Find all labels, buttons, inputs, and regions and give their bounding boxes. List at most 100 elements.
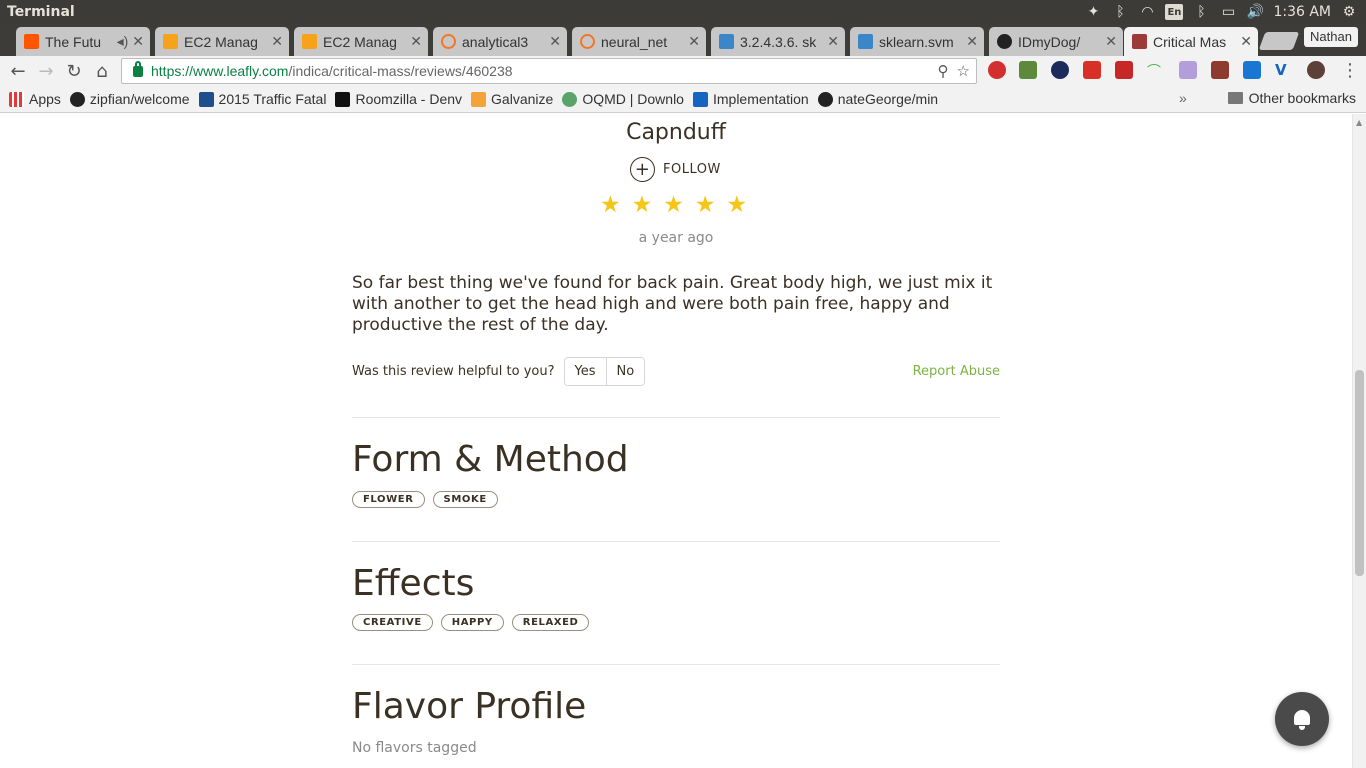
divider (352, 541, 1000, 542)
aws-icon (302, 34, 317, 49)
url-host: https://www.leafly.com (151, 63, 289, 79)
extension-icon[interactable] (1179, 61, 1197, 79)
dropbox-icon[interactable]: ✦ (1084, 4, 1102, 20)
tag-badge[interactable]: RELAXED (511, 614, 590, 631)
bluetooth-icon[interactable]: ᛒ (1111, 4, 1129, 20)
bookmark-item[interactable]: zipfian/welcome (69, 91, 190, 107)
no-flavors-text: No flavors tagged (352, 740, 477, 756)
extension-m-icon[interactable] (1243, 61, 1261, 79)
sklearn-icon (719, 34, 734, 49)
back-arrow-icon[interactable]: ← (4, 58, 32, 84)
notification-bell-button[interactable] (1275, 692, 1329, 746)
browser-tab[interactable]: IDmyDog/ ✕ (989, 27, 1123, 56)
close-tab-icon[interactable]: ✕ (966, 33, 978, 50)
bookmarks-overflow-icon[interactable]: » (1179, 90, 1187, 106)
browser-tab[interactable]: analytical3 ✕ (433, 27, 567, 56)
helpful-yes-button[interactable]: Yes (564, 357, 606, 385)
reload-icon[interactable]: ↻ (60, 58, 88, 84)
page-icon (692, 91, 708, 107)
star-icon: ★ (631, 192, 653, 218)
chrome-menu-icon[interactable]: ⋮ (1341, 60, 1359, 81)
extension-icon[interactable] (1211, 61, 1229, 79)
jupyter-icon (441, 34, 456, 49)
extension-v-icon[interactable]: V (1275, 61, 1293, 79)
speaker-icon[interactable]: ◂) (117, 33, 129, 50)
close-tab-icon[interactable]: ✕ (549, 33, 561, 50)
github-icon (817, 91, 833, 107)
review-time: a year ago (638, 230, 714, 246)
plus-icon: + (630, 157, 655, 182)
soundcloud-icon (24, 34, 39, 49)
clock[interactable]: 1:36 AM (1273, 4, 1331, 20)
gear-icon[interactable]: ⚙ (1340, 4, 1358, 20)
new-tab-button[interactable] (1258, 32, 1300, 50)
tag-badge[interactable]: CREATIVE (352, 614, 433, 631)
browser-tab[interactable]: EC2 Manag ✕ (155, 27, 289, 56)
home-icon[interactable]: ⌂ (88, 58, 116, 84)
extension-icon[interactable] (1019, 61, 1037, 79)
bookmark-item[interactable]: Apps (9, 91, 61, 107)
helpful-no-button[interactable]: No (605, 357, 645, 385)
page-icon (198, 91, 214, 107)
browser-tab[interactable]: EC2 Manag ✕ (294, 27, 428, 56)
other-bookmarks[interactable]: Other bookmarks (1227, 90, 1356, 106)
battery-icon[interactable]: ▭ (1219, 4, 1237, 20)
bookmark-item[interactable]: 2015 Traffic Fatal (198, 91, 326, 107)
extension-opera-icon[interactable] (988, 61, 1006, 79)
helpful-row: Was this review helpful to you? Yes No R… (352, 356, 1000, 386)
bookmark-item[interactable]: OQMD | Downlo (562, 91, 684, 107)
report-abuse-link[interactable]: Report Abuse (913, 364, 1000, 379)
bookmark-item[interactable]: Roomzilla - Denv (335, 91, 462, 107)
close-tab-icon[interactable]: ✕ (1240, 33, 1252, 50)
bluetooth-icon[interactable]: ᛒ (1192, 4, 1210, 20)
close-tab-icon[interactable]: ✕ (827, 33, 839, 50)
extension-cloud-icon[interactable] (1051, 61, 1069, 79)
leafly-icon (1132, 34, 1147, 49)
bookmark-item[interactable]: Implementation (692, 91, 809, 107)
search-icon[interactable]: ⚲ (938, 62, 949, 80)
wifi-icon[interactable]: ◠ (1138, 4, 1156, 20)
close-tab-icon[interactable]: ✕ (271, 33, 283, 50)
bookmark-item[interactable]: Galvanize (471, 91, 553, 107)
close-tab-icon[interactable]: ✕ (1105, 33, 1117, 50)
flower-icon (562, 91, 578, 107)
close-tab-icon[interactable]: ✕ (688, 33, 700, 50)
page-content: Capnduff + FOLLOW ★ ★ ★ ★ ★ a year ago S… (0, 114, 1352, 768)
bookmark-star-icon[interactable]: ☆ (957, 62, 970, 80)
star-rating: ★ ★ ★ ★ ★ (600, 194, 747, 217)
helpful-question: Was this review helpful to you? (352, 363, 555, 379)
volume-icon[interactable]: 🔊 (1246, 4, 1264, 20)
star-icon: ★ (726, 192, 748, 218)
star-icon: ★ (663, 192, 684, 218)
page-scrollbar[interactable]: ▲ (1352, 114, 1366, 768)
browser-tab[interactable]: 3.2.4.3.6. sk ✕ (711, 27, 845, 56)
url-path: /indica/critical-mass/reviews/460238 (288, 63, 513, 79)
rainbow-icon[interactable]: ⌒ (1147, 61, 1165, 80)
forward-arrow-icon[interactable]: → (32, 58, 60, 84)
window-title: Terminal (7, 4, 75, 20)
scroll-up-arrow-icon[interactable]: ▲ (1356, 118, 1362, 127)
bookmarks-bar: Apps zipfian/welcome 2015 Traffic Fatal … (0, 86, 1366, 113)
tag-badge[interactable]: HAPPY (440, 614, 504, 631)
extension-icon[interactable] (1307, 61, 1325, 79)
page-icon (335, 91, 351, 107)
browser-tab[interactable]: sklearn.svm ✕ (850, 27, 984, 56)
tag-badge[interactable]: SMOKE (432, 491, 498, 508)
gmail-icon[interactable] (1083, 61, 1101, 79)
address-bar[interactable]: https://www.leafly.com /indica/critical-… (121, 58, 977, 84)
browser-tab[interactable]: The Futu ◂) ✕ (16, 27, 150, 56)
browser-tab-active[interactable]: Critical Mas ✕ (1124, 27, 1258, 56)
browser-tab[interactable]: neural_net ✕ (572, 27, 706, 56)
follow-button[interactable]: + FOLLOW (630, 157, 721, 182)
scrollbar-thumb[interactable] (1355, 370, 1364, 576)
effects-tags: CREATIVE HAPPY RELAXED (352, 614, 590, 631)
profile-button[interactable]: Nathan (1304, 27, 1358, 47)
tab-strip: The Futu ◂) ✕ EC2 Manag ✕ EC2 Manag ✕ an… (0, 24, 1366, 56)
close-tab-icon[interactable]: ✕ (132, 33, 144, 50)
tag-badge[interactable]: FLOWER (352, 491, 425, 508)
reviewer-username[interactable]: Capnduff (352, 120, 1000, 145)
bookmark-item[interactable]: nateGeorge/min (817, 91, 938, 107)
keyboard-layout-indicator[interactable]: En (1165, 4, 1184, 20)
close-tab-icon[interactable]: ✕ (410, 33, 422, 50)
extension-icon[interactable] (1115, 61, 1133, 79)
